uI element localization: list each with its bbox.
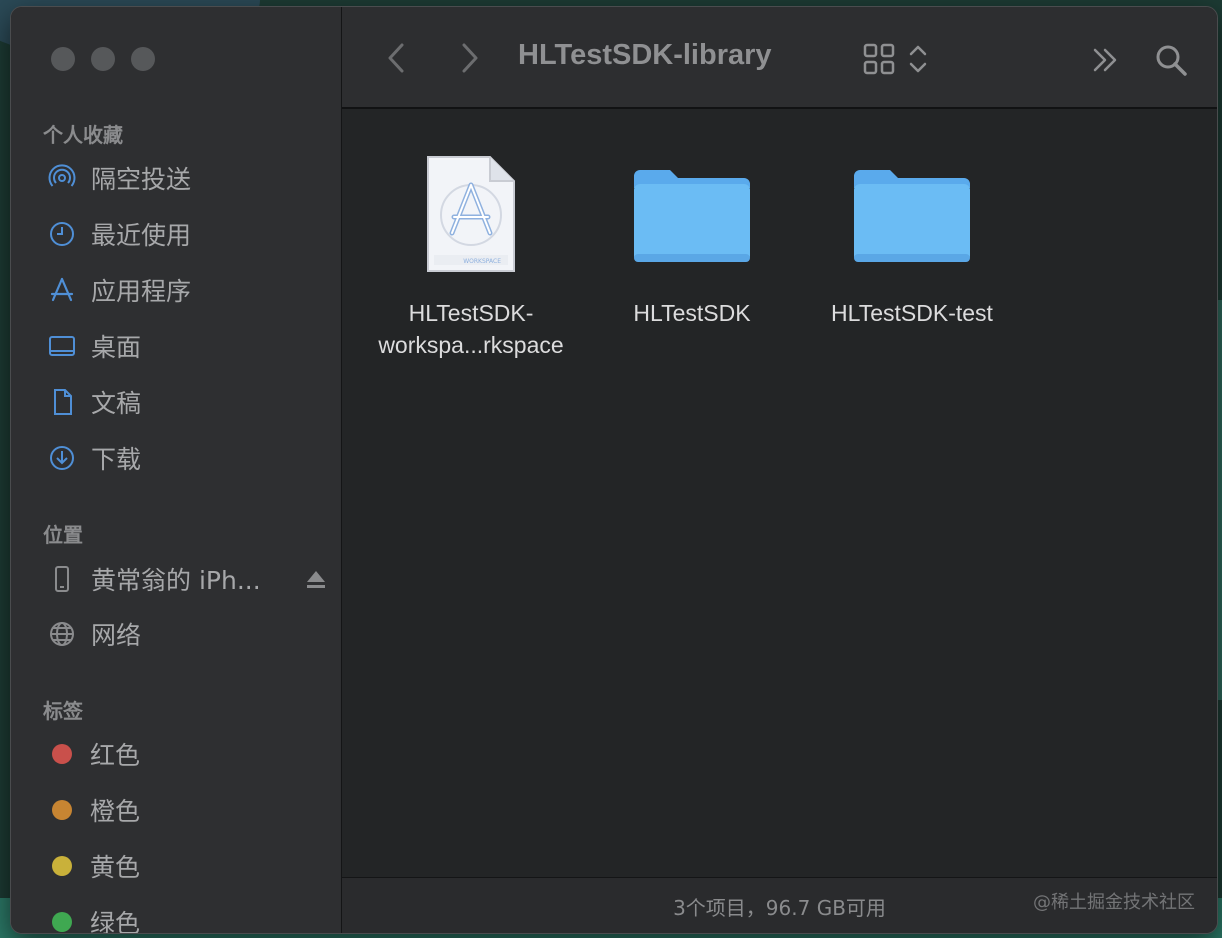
finder-window: 个人收藏 隔空投送 最近使用 应用程序 桌面 文稿 下载 位置 黄常翁的 iPh…: [10, 6, 1218, 934]
document-icon: [47, 387, 77, 417]
search-button[interactable]: [1152, 41, 1190, 79]
sidebar-item-label: 最近使用: [91, 221, 192, 250]
clock-icon: [47, 219, 77, 249]
sidebar-item-label: 网络: [91, 621, 142, 650]
folder-name: HLTestSDK-test: [831, 300, 993, 326]
airdrop-icon: [47, 163, 77, 193]
sidebar-item-desktop[interactable]: 桌面: [47, 326, 327, 366]
toolbar: HLTestSDK-library: [342, 7, 1217, 109]
watermark: @稀土掘金技术社区: [1033, 892, 1195, 913]
sidebar-item-label: 红色: [90, 741, 141, 770]
svg-text:WORKSPACE: WORKSPACE: [463, 258, 501, 265]
sidebar-item-tag-green[interactable]: 绿色: [47, 902, 327, 934]
tags-section-title: 标签: [43, 699, 83, 723]
grid-view-icon: [863, 43, 895, 75]
folder-item[interactable]: HLTestSDK-test: [802, 139, 1022, 329]
sidebar-item-documents[interactable]: 文稿: [47, 382, 327, 422]
double-chevron-right-icon: [1093, 48, 1117, 72]
orange-tag-dot: [52, 800, 72, 820]
view-options-button[interactable]: [858, 41, 934, 77]
sidebar-item-network[interactable]: 网络: [47, 614, 327, 654]
folder-item[interactable]: HLTestSDK: [582, 139, 802, 329]
red-tag-dot: [52, 744, 72, 764]
minimize-button[interactable]: [91, 47, 115, 71]
search-icon: [1156, 45, 1187, 76]
applications-icon: [47, 275, 77, 305]
more-toolbar-button[interactable]: [1088, 43, 1122, 77]
zoom-button[interactable]: [131, 47, 155, 71]
sidebar-item-tag-red[interactable]: 红色: [47, 734, 327, 774]
folder-icon: [632, 139, 752, 289]
folder-icon: [852, 139, 972, 289]
sidebar-item-label: 黄色: [90, 853, 141, 882]
chevron-left-icon: [388, 43, 404, 73]
sidebar-item-recents[interactable]: 最近使用: [47, 214, 327, 254]
locations-section-title: 位置: [43, 523, 83, 547]
desktop-icon: [47, 331, 77, 361]
file-item-workspace[interactable]: WORKSPACE HLTestSDK- workspa...rkspace: [361, 139, 581, 361]
chevron-updown-icon: [909, 45, 927, 73]
file-browser-content: WORKSPACE HLTestSDK- workspa...rkspace H…: [342, 109, 1217, 877]
status-bar: 3个项目，96.7 GB可用 @稀土掘金技术社区: [342, 877, 1217, 933]
window-controls: [51, 47, 155, 71]
sidebar-item-label: 绿色: [90, 909, 141, 934]
iphone-icon: [47, 564, 77, 594]
sidebar-item-label: 应用程序: [91, 277, 192, 306]
chevron-right-icon: [462, 43, 478, 73]
download-icon: [47, 443, 77, 473]
sidebar: 个人收藏 隔空投送 最近使用 应用程序 桌面 文稿 下载 位置 黄常翁的 iPh…: [11, 7, 342, 933]
sidebar-item-label: 橙色: [90, 797, 141, 826]
sidebar-item-label: 黄常翁的 iPh...: [91, 566, 261, 595]
favorites-section-title: 个人收藏: [43, 123, 123, 147]
sidebar-item-iphone[interactable]: 黄常翁的 iPh...: [47, 559, 327, 599]
xcode-workspace-icon: WORKSPACE: [426, 139, 516, 289]
file-name: HLTestSDK- workspa...rkspace: [378, 300, 564, 358]
sidebar-item-label: 桌面: [91, 333, 142, 362]
green-tag-dot: [52, 912, 72, 932]
close-button[interactable]: [51, 47, 75, 71]
window-title: HLTestSDK-library: [518, 39, 772, 71]
sidebar-item-airdrop[interactable]: 隔空投送: [47, 158, 327, 198]
sidebar-item-label: 文稿: [91, 389, 142, 418]
yellow-tag-dot: [52, 856, 72, 876]
sidebar-item-tag-orange[interactable]: 橙色: [47, 790, 327, 830]
sidebar-item-label: 下载: [91, 445, 142, 474]
sidebar-item-tag-yellow[interactable]: 黄色: [47, 846, 327, 886]
sidebar-item-label: 隔空投送: [91, 165, 192, 194]
folder-name: HLTestSDK: [633, 300, 751, 326]
forward-button[interactable]: [454, 41, 484, 75]
back-button[interactable]: [382, 41, 412, 75]
sidebar-item-downloads[interactable]: 下载: [47, 438, 327, 478]
eject-icon[interactable]: [305, 567, 327, 591]
sidebar-item-applications[interactable]: 应用程序: [47, 270, 327, 310]
globe-icon: [47, 619, 77, 649]
